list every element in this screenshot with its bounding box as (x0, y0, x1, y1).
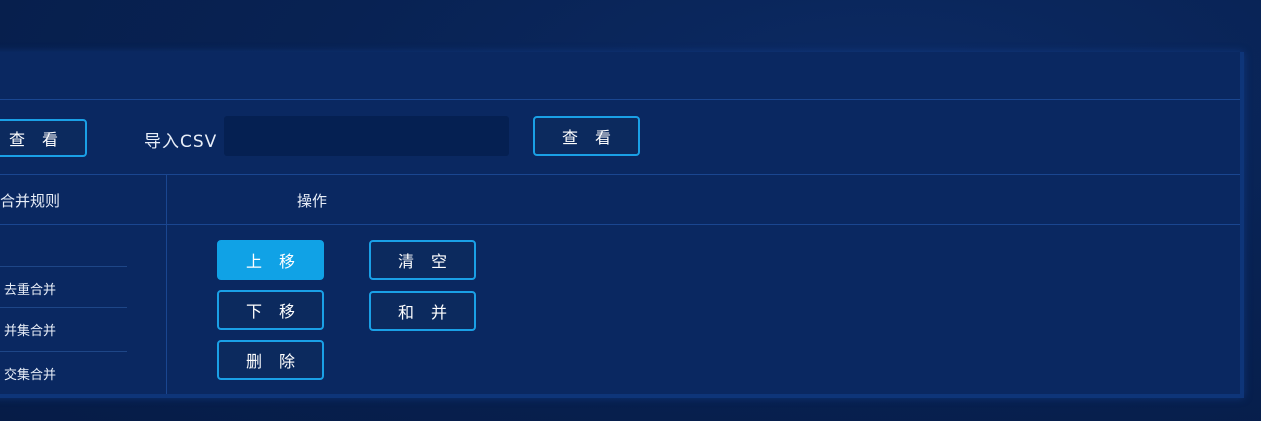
toolbar: 查 看 导入CSV 查 看 (0, 99, 1240, 175)
ops-column-header: 操作 (297, 192, 328, 210)
panel-header (0, 52, 1240, 100)
move-down-button[interactable]: 下 移 (217, 290, 324, 330)
rule-item-union[interactable]: 并集合并 (0, 307, 127, 350)
rule-item-dedupe[interactable]: 去重合并 (0, 266, 127, 309)
table-header-row: 合并规则 操作 (0, 174, 1240, 225)
delete-button[interactable]: 删 除 (217, 340, 324, 380)
move-up-button[interactable]: 上 移 (217, 240, 324, 280)
clear-button[interactable]: 清 空 (369, 240, 476, 280)
import-csv-label: 导入CSV (144, 132, 218, 152)
rules-column: 去重合并 并集合并 交集合并 (0, 174, 167, 394)
view-right-button[interactable]: 查 看 (533, 116, 640, 156)
import-csv-input[interactable] (224, 116, 509, 156)
merge-button[interactable]: 和 并 (369, 291, 476, 331)
merge-panel: 查 看 导入CSV 查 看 合并规则 操作 去重合并 并集合并 交集合并 上 移… (0, 52, 1244, 398)
rule-item-intersection[interactable]: 交集合并 (0, 351, 127, 394)
view-left-button[interactable]: 查 看 (0, 119, 87, 157)
